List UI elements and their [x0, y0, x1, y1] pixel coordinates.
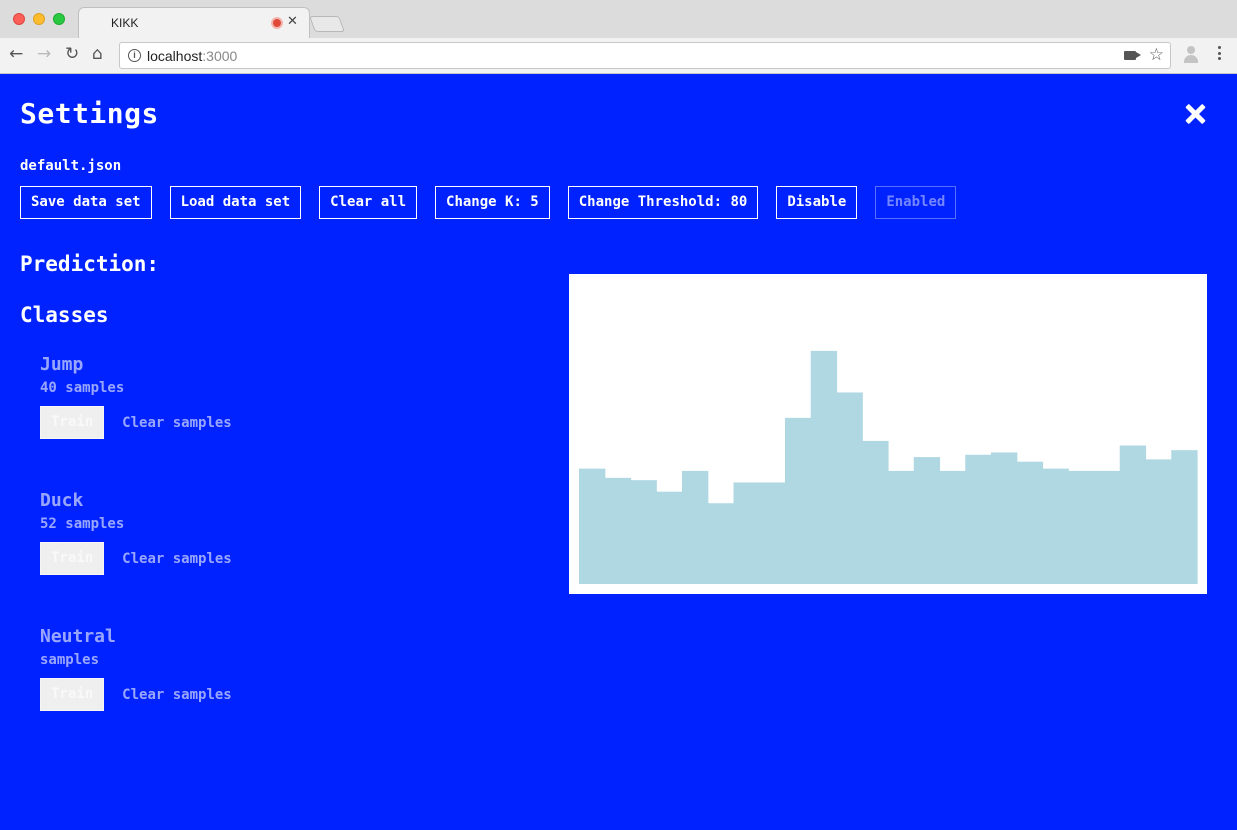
change-threshold-button[interactable]: Change Threshold: 80 — [567, 186, 759, 219]
save-dataset-button[interactable]: Save data set — [20, 186, 152, 219]
url-text: localhost:3000 — [147, 48, 237, 64]
window-maximize-button[interactable] — [53, 13, 65, 25]
chart-step-segment — [682, 470, 709, 584]
chart-step-segment — [656, 491, 683, 584]
tab-strip: KIKK ✕ — [0, 0, 1237, 38]
chart-step-segment — [862, 440, 889, 584]
close-icon[interactable] — [1183, 101, 1209, 127]
chart-step-segment — [1171, 450, 1198, 584]
class-item-jump: Jump 40 samples Train Clear samples — [40, 354, 232, 439]
reload-icon[interactable]: ↻ — [65, 44, 79, 64]
classes-heading: Classes — [20, 303, 109, 327]
forward-icon[interactable]: → — [37, 44, 51, 64]
page-title: Settings — [20, 97, 159, 130]
chart-step-segment — [965, 454, 992, 584]
chart-step-segment — [913, 457, 941, 584]
recording-icon — [271, 17, 283, 29]
browser-menu-icon[interactable] — [1214, 46, 1224, 62]
chart-step-segment — [733, 482, 760, 584]
chart-step-segment — [991, 452, 1018, 584]
chart-step-segment — [1042, 468, 1069, 584]
chart-step-segment — [579, 468, 606, 584]
class-sample-count: 40 samples — [40, 380, 125, 396]
tab-title: KIKK — [111, 16, 139, 30]
browser-chrome: KIKK ✕ ← → ↻ ⌂ i localhost:3000 ☆ — [0, 0, 1237, 74]
window-minimize-button[interactable] — [33, 13, 45, 25]
browser-tab[interactable]: KIKK ✕ — [78, 7, 310, 38]
settings-panel: Settings default.json Save data set Load… — [0, 75, 1237, 830]
chart-step-segment — [810, 350, 838, 584]
info-icon[interactable]: i — [128, 49, 141, 62]
signal-chart — [569, 274, 1207, 594]
chart-step-segment — [939, 470, 966, 584]
chart-step-segment — [1094, 470, 1121, 584]
clear-samples-link[interactable]: Clear samples — [122, 687, 232, 703]
camera-icon[interactable] — [1124, 51, 1141, 60]
class-name: Neutral — [40, 626, 116, 647]
chart-step-segment — [836, 392, 863, 584]
train-button[interactable]: Train — [40, 406, 105, 439]
chart-step-segment — [630, 480, 657, 584]
prediction-label: Prediction: — [20, 252, 160, 276]
chart-step-segment — [604, 477, 632, 584]
profile-icon[interactable] — [1183, 46, 1199, 63]
chart-step-segment — [1119, 445, 1147, 584]
url-host: localhost — [147, 48, 203, 64]
bookmark-star-icon[interactable]: ☆ — [1149, 45, 1164, 65]
chart-step-segment — [888, 470, 915, 584]
disable-button[interactable]: Disable — [776, 186, 858, 219]
load-dataset-button[interactable]: Load data set — [169, 186, 302, 219]
change-k-button[interactable]: Change K: 5 — [435, 186, 550, 219]
back-icon[interactable]: ← — [9, 44, 23, 64]
chart-step-segment — [1145, 459, 1172, 584]
class-item-neutral: Neutral samples Train Clear samples — [40, 626, 232, 711]
train-button[interactable]: Train — [40, 542, 105, 575]
class-sample-count: 52 samples — [40, 516, 125, 532]
enabled-button[interactable]: Enabled — [875, 186, 957, 219]
class-item-duck: Duck 52 samples Train Clear samples — [40, 490, 232, 575]
tab-close-icon[interactable]: ✕ — [287, 14, 298, 29]
address-bar[interactable]: i localhost:3000 ☆ — [119, 42, 1171, 69]
chart-step-segment — [759, 482, 786, 584]
home-icon[interactable]: ⌂ — [92, 44, 103, 64]
chart-step-segment — [785, 417, 812, 584]
train-button[interactable]: Train — [40, 678, 105, 711]
clear-samples-link[interactable]: Clear samples — [122, 551, 232, 567]
chart-step-segment — [1068, 470, 1095, 584]
chart-step-segment — [707, 503, 735, 584]
settings-toolbar: Save data set Load data set Clear all Ch… — [20, 186, 957, 219]
clear-samples-link[interactable]: Clear samples — [122, 415, 232, 431]
signal-chart-svg — [579, 350, 1198, 584]
new-tab-button[interactable] — [309, 16, 345, 32]
class-name: Duck — [40, 490, 84, 511]
clear-all-button[interactable]: Clear all — [319, 186, 418, 219]
dataset-filename: default.json — [20, 158, 122, 174]
chart-step-segment — [1016, 461, 1044, 584]
class-name: Jump — [40, 354, 84, 375]
class-sample-count: samples — [40, 652, 100, 668]
window-close-button[interactable] — [13, 13, 25, 25]
url-port: :3000 — [202, 48, 238, 64]
